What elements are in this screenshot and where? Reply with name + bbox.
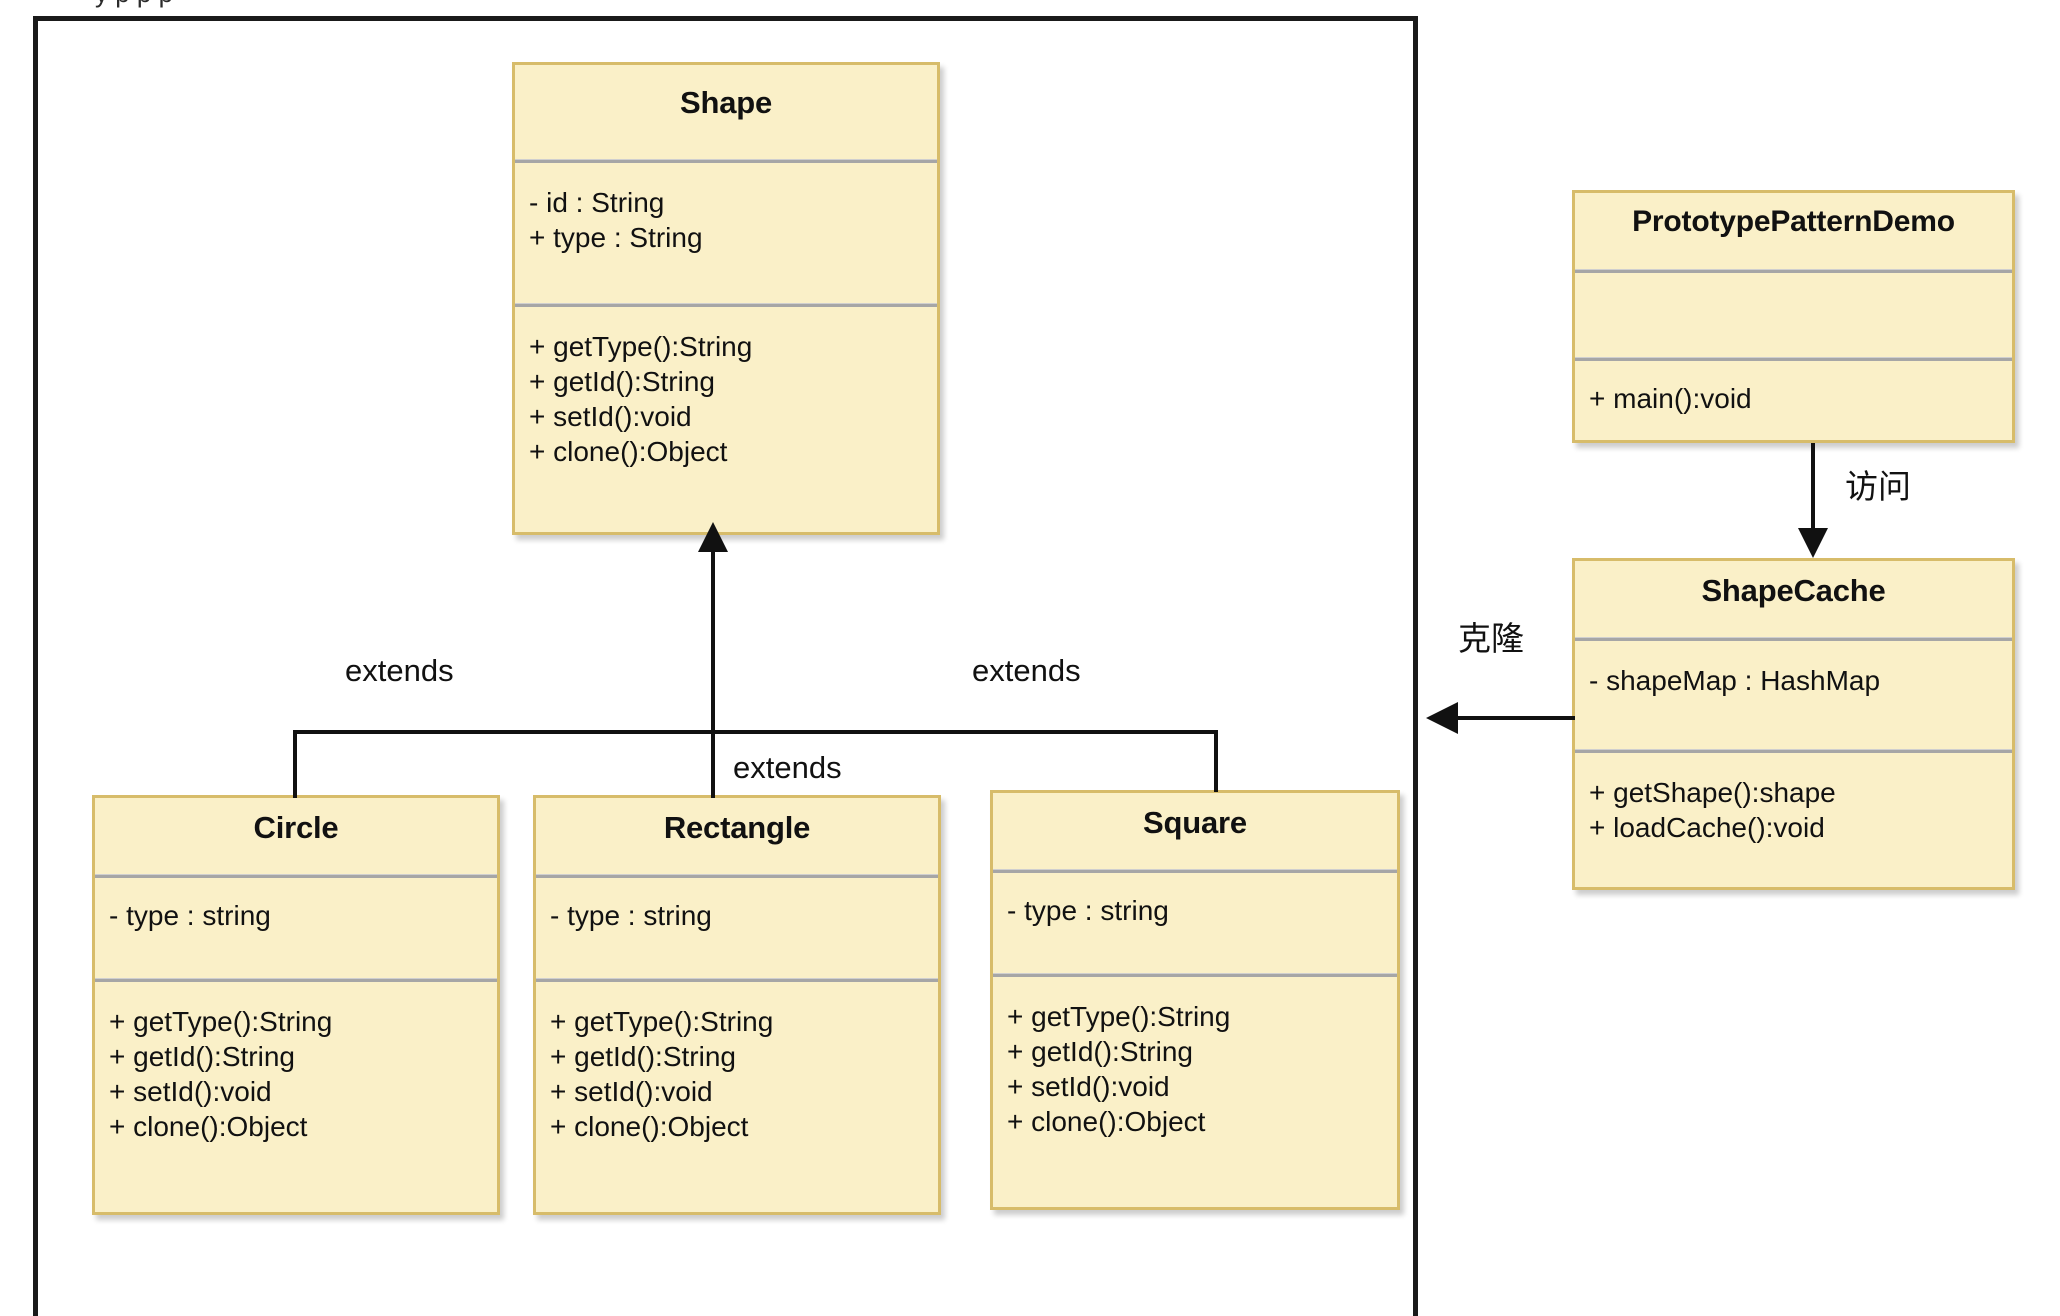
method-row: + getType():String [529,331,753,362]
methods-shape: + getType():String + getId():String + se… [515,307,937,469]
class-name-shape-cache: ShapeCache [1701,573,1886,608]
method-row: + setId():void [109,1076,272,1107]
edge-label-extends-left: extends [345,653,454,688]
attribute-row: - shapeMap : HashMap [1589,665,1881,696]
attribute-row: - id : String [529,187,665,218]
edge-label-clone: 克隆 [1458,620,1524,657]
inheritance-junction-bar [293,730,1218,734]
method-row: + getType():String [550,1006,774,1037]
method-row: + clone():Object [529,436,728,467]
association-cache-to-shapes-line [1455,716,1575,720]
attributes-prototype-pattern-demo [1575,273,2012,357]
method-row: + setId():void [550,1076,713,1107]
edge-label-extends-center: extends [733,750,842,785]
methods-shape-cache: + getShape():shape + loadCache():void [1575,753,2012,845]
attributes-shape-cache: - shapeMap : HashMap [1575,641,2012,749]
method-row: + clone():Object [1007,1106,1206,1137]
inheritance-drop-circle [293,730,297,798]
class-name-circle: Circle [253,810,339,845]
class-name-prototype-pattern-demo: PrototypePatternDemo [1632,205,1955,238]
class-box-shape-cache[interactable]: ShapeCache - shapeMap : HashMap + getSha… [1572,558,2015,890]
method-row: + setId():void [1007,1071,1170,1102]
association-demo-to-cache-line [1811,443,1815,531]
attributes-shape: - id : String + type : String [515,163,937,303]
method-row: + main():void [1589,383,1752,414]
inheritance-stem-vertical [711,548,715,732]
uml-class-diagram-canvas: y p p p Shape - id : String + type : Str… [0,0,2060,1316]
method-row: + getId():String [109,1041,295,1072]
association-arrowhead-clone [1426,702,1458,734]
inheritance-arrowhead-shape [698,522,728,552]
association-arrowhead-shape-cache [1798,528,1828,558]
class-box-rectangle[interactable]: Rectangle - type : string + getType():St… [533,795,941,1215]
attribute-row: + type : String [529,222,703,253]
cropped-caption-sliver: y p p p [95,0,1295,8]
edge-label-extends-right: extends [972,653,1081,688]
attribute-row: - type : string [1007,895,1169,926]
methods-prototype-pattern-demo: + main():void [1575,361,2012,416]
method-row: + getType():String [1007,1001,1231,1032]
methods-circle: + getType():String + getId():String + se… [95,982,497,1144]
method-row: + getType():String [109,1006,333,1037]
class-box-square[interactable]: Square - type : string + getType():Strin… [990,790,1400,1210]
class-name-shape: Shape [679,85,773,120]
attributes-circle: - type : string [95,878,497,978]
class-name-square: Square [1143,805,1247,840]
class-box-circle[interactable]: Circle - type : string + getType():Strin… [92,795,500,1215]
method-row: + getShape():shape [1589,777,1836,808]
attributes-rectangle: - type : string [536,878,938,978]
attributes-square: - type : string [993,873,1397,973]
method-row: + getId():String [550,1041,736,1072]
method-row: + clone():Object [550,1111,749,1142]
inheritance-drop-rectangle [711,730,715,798]
attribute-row: - type : string [109,900,271,931]
methods-rectangle: + getType():String + getId():String + se… [536,982,938,1144]
edge-label-visit: 访问 [1845,468,1911,505]
attribute-row: - type : string [550,900,712,931]
method-row: + getId():String [529,366,715,397]
method-row: + getId():String [1007,1036,1193,1067]
method-row: + clone():Object [109,1111,308,1142]
class-box-prototype-pattern-demo[interactable]: PrototypePatternDemo + main():void [1572,190,2015,443]
methods-square: + getType():String + getId():String + se… [993,977,1397,1139]
method-row: + loadCache():void [1589,812,1825,843]
class-box-shape[interactable]: Shape - id : String + type : String + ge… [512,62,940,535]
method-row: + setId():void [529,401,692,432]
class-name-rectangle: Rectangle [663,810,811,845]
inheritance-drop-square [1214,730,1218,792]
